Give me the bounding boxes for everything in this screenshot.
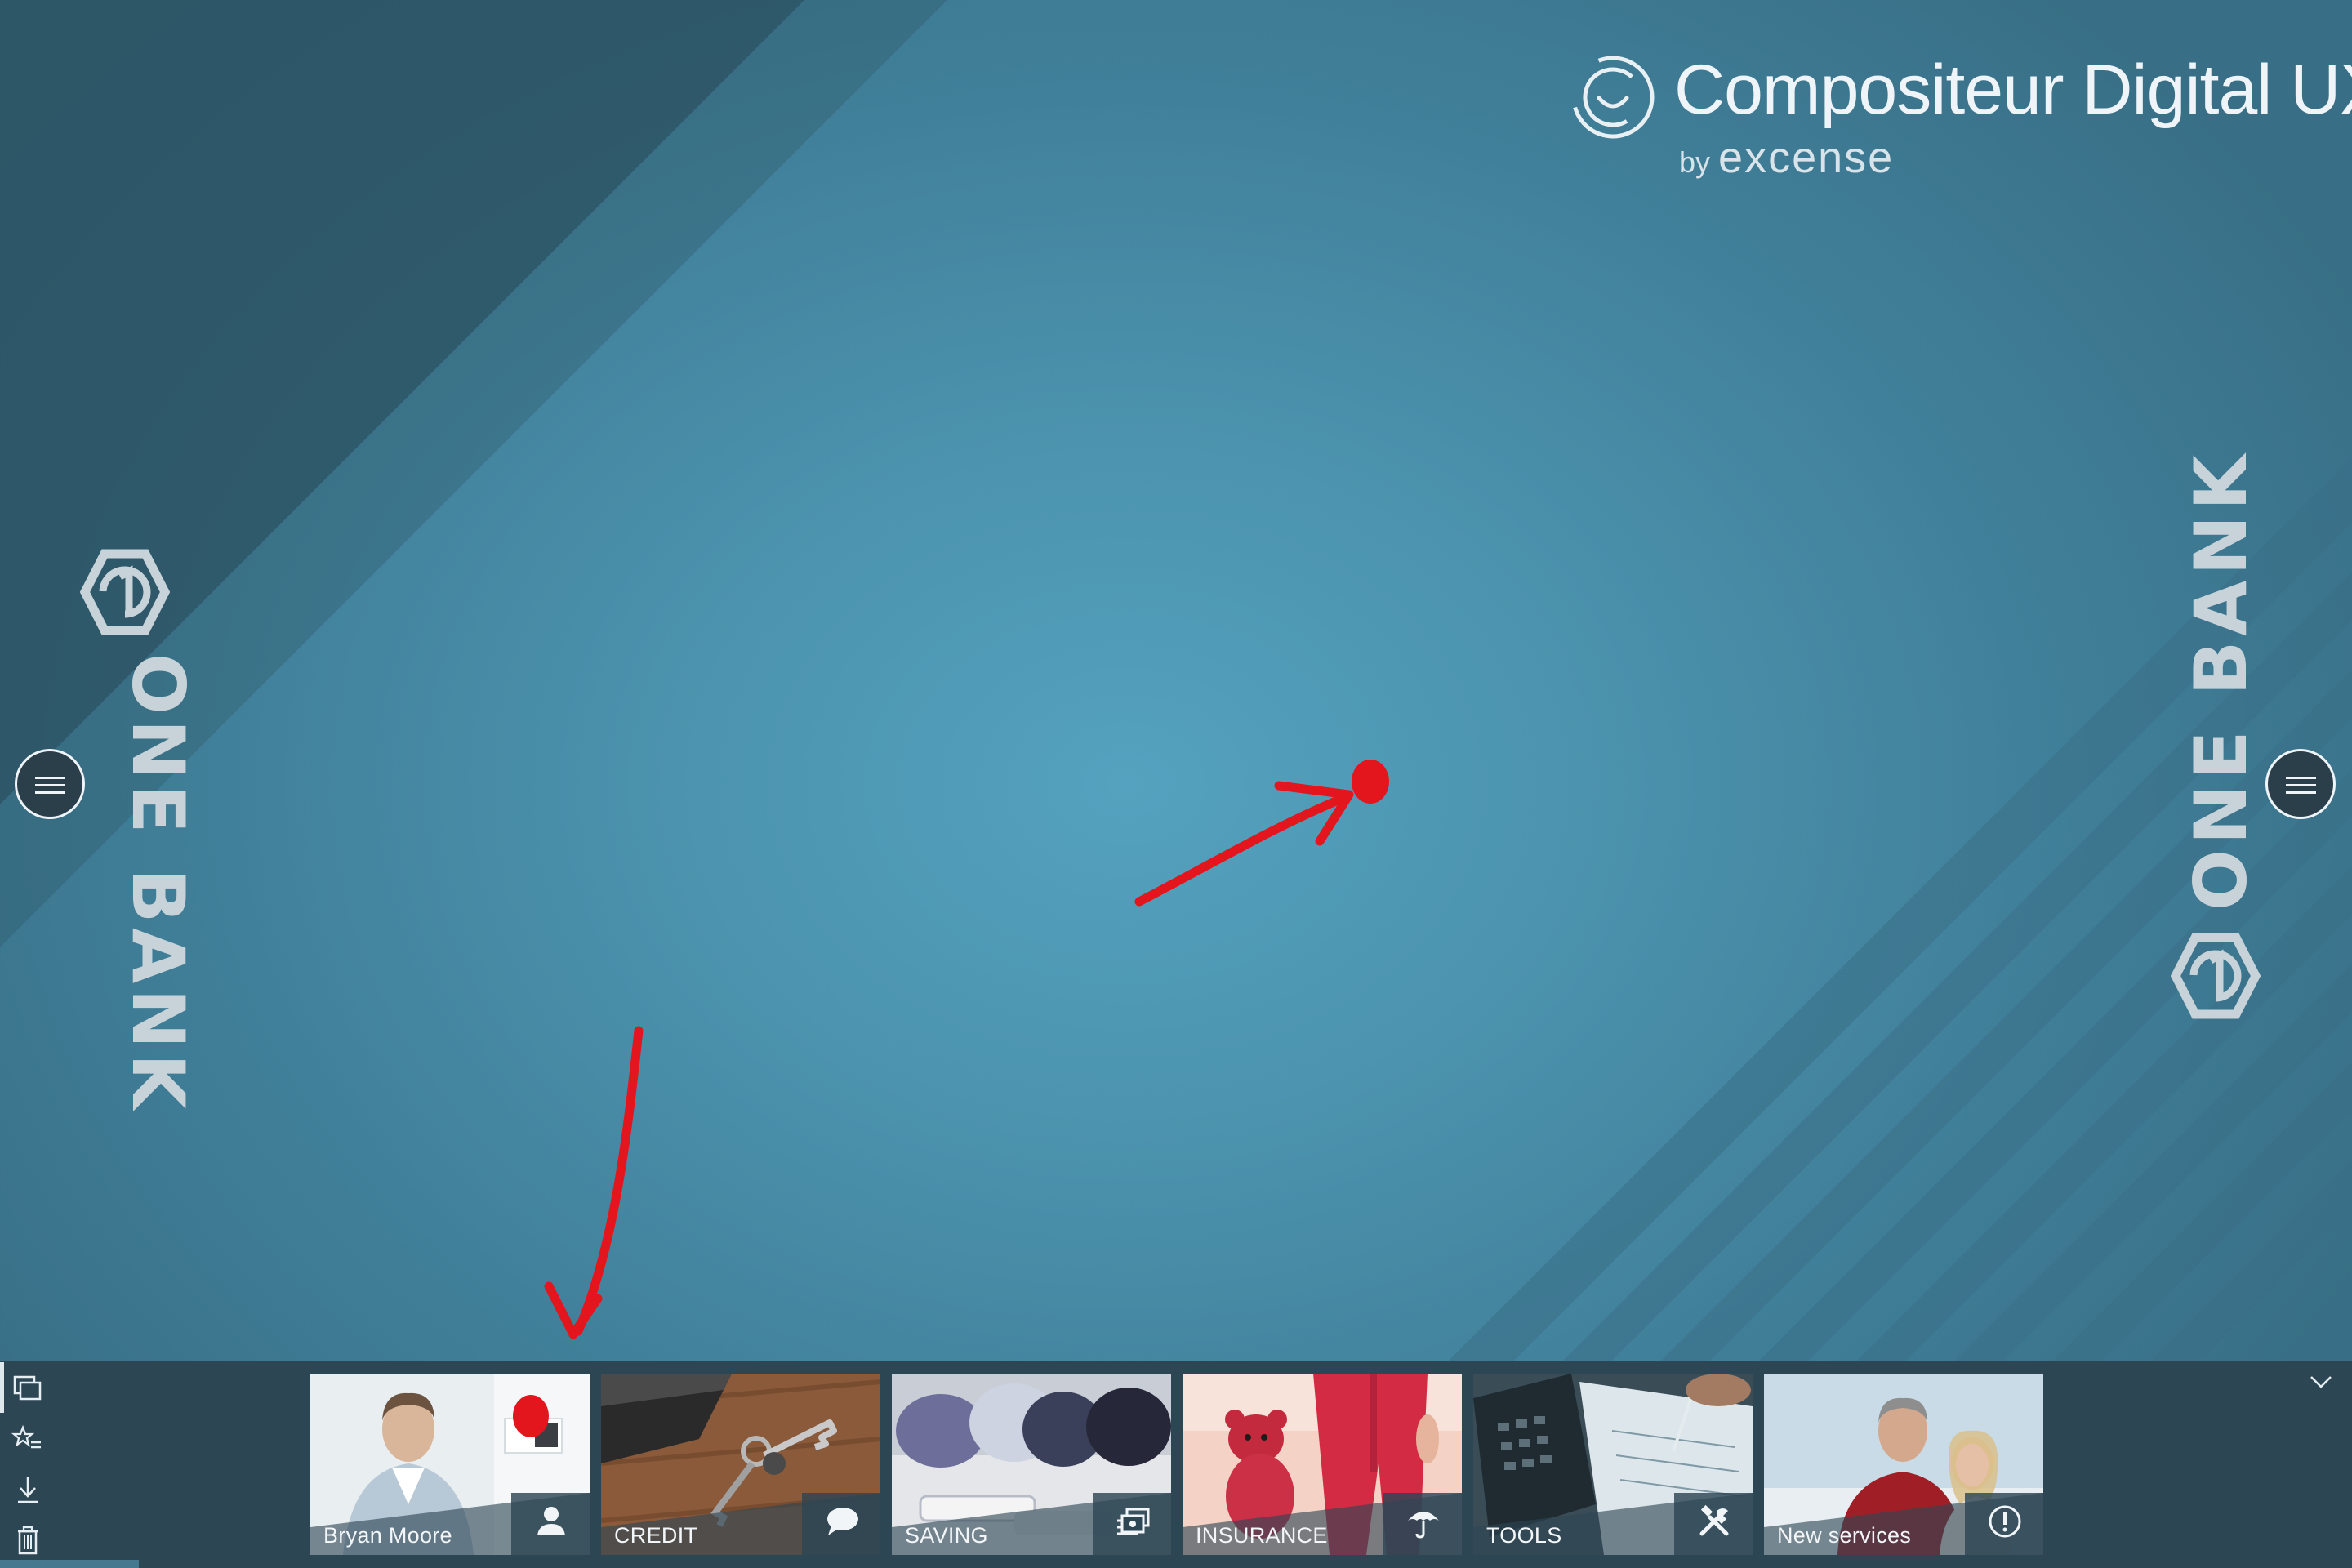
app-title: Compositeur Digital UX bbox=[1674, 51, 2352, 129]
tile-tools[interactable]: TOOLS bbox=[1473, 1374, 1753, 1555]
alert-circle-icon bbox=[1989, 1505, 2021, 1538]
active-tool-indicator bbox=[0, 1362, 4, 1413]
annotation-arrowhead-bottom bbox=[544, 1281, 603, 1339]
windows-icon[interactable] bbox=[11, 1372, 44, 1405]
one-bank-text-right: ONE BANK bbox=[2179, 449, 2263, 911]
annotation-dot-tile bbox=[513, 1395, 549, 1437]
star-list-icon[interactable] bbox=[11, 1423, 44, 1455]
annotation-dot-center bbox=[1352, 760, 1389, 804]
tile-saving[interactable]: SAVING bbox=[892, 1374, 1171, 1555]
tile-label: New services bbox=[1777, 1523, 1912, 1548]
app-logo: Compositeur Digital UX by excense bbox=[1568, 49, 2352, 182]
annotation-layer bbox=[544, 760, 1389, 1339]
tile-label: TOOLS bbox=[1486, 1523, 1562, 1548]
tile-label: SAVING bbox=[905, 1523, 988, 1548]
download-icon[interactable] bbox=[11, 1473, 44, 1506]
tile-label: CREDIT bbox=[614, 1523, 698, 1548]
chevron-down-icon bbox=[2310, 1376, 2332, 1388]
tile-label: INSURANCE bbox=[1196, 1523, 1328, 1548]
annotation-arrow-bottom bbox=[573, 1026, 644, 1336]
background-decoration bbox=[0, 0, 2352, 1519]
compositeur-logo-icon bbox=[1571, 56, 1655, 139]
umbrella-icon bbox=[1408, 1512, 1439, 1539]
speech-bubble-icon bbox=[827, 1508, 858, 1535]
tile-credit[interactable]: CREDIT bbox=[601, 1374, 880, 1555]
tile-bryan-moore[interactable]: Bryan Moore bbox=[310, 1374, 590, 1555]
collapse-dock-button[interactable] bbox=[2305, 1365, 2337, 1398]
money-stack-icon bbox=[1117, 1508, 1150, 1535]
app-byline: by excense bbox=[1679, 129, 1894, 198]
one-bank-hex-icon bbox=[80, 549, 170, 635]
trash-icon[interactable] bbox=[11, 1524, 44, 1557]
vendor-name: excense bbox=[1718, 133, 1895, 182]
desktop-canvas: Compositeur Digital UX by excense ONE BAN… bbox=[0, 0, 2352, 1568]
tile-new-services[interactable]: New services bbox=[1764, 1374, 2043, 1555]
tile-insurance[interactable]: INSURANCE bbox=[1183, 1374, 1462, 1555]
annotation-arrowhead-center bbox=[1274, 781, 1354, 846]
dock-progress-edge bbox=[0, 1560, 139, 1568]
by-label: by bbox=[1679, 145, 1711, 179]
one-bank-text-left: ONE BANK bbox=[116, 653, 200, 1115]
hamburger-menu-icon bbox=[2286, 777, 2316, 779]
right-side-menu-button[interactable] bbox=[2265, 749, 2336, 819]
hamburger-menu-icon bbox=[35, 777, 65, 779]
annotation-arrow-center bbox=[1134, 791, 1352, 906]
tools-icon bbox=[1699, 1504, 1729, 1536]
left-side-menu-button[interactable] bbox=[15, 749, 85, 819]
one-bank-hex-icon bbox=[2171, 933, 2261, 1019]
